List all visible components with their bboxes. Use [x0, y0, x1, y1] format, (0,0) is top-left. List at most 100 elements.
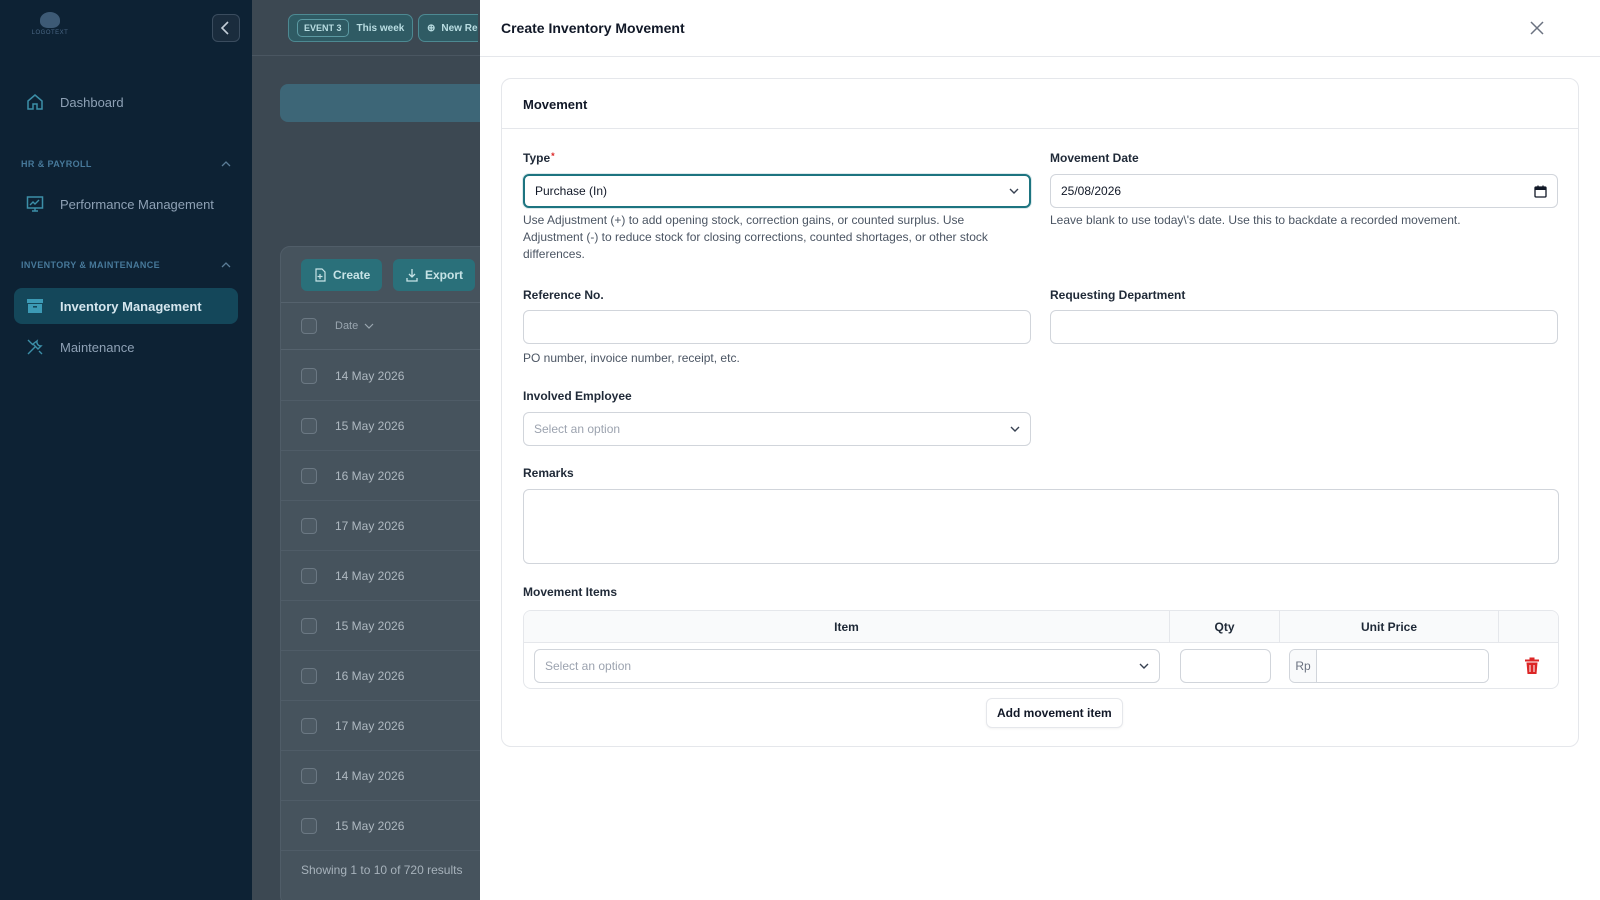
collapse-sidebar-button[interactable]	[212, 14, 240, 42]
chevron-down-icon	[364, 323, 374, 329]
items-table-header: Item Qty Unit Price	[524, 611, 1558, 643]
movement-date-help-text: Leave blank to use today\'s date. Use th…	[1050, 213, 1461, 227]
event-filter-pill[interactable]: EVENT 3 This week	[288, 14, 414, 42]
close-icon	[1530, 21, 1544, 35]
row-date: 17 May 2026	[335, 718, 405, 733]
calendar-icon[interactable]	[1534, 185, 1547, 198]
movement-date-value: 25/08/2026	[1061, 184, 1122, 198]
item-select[interactable]: Select an option	[534, 649, 1160, 683]
row-checkbox[interactable]	[301, 467, 317, 484]
row-checkbox[interactable]	[301, 617, 317, 634]
row-date: 15 May 2026	[335, 618, 405, 633]
required-mark: *	[551, 151, 555, 161]
home-icon	[24, 91, 46, 113]
row-date: 16 May 2026	[335, 668, 405, 683]
nav-section-label: INVENTORY & MAINTENANCE	[21, 260, 161, 270]
row-date: 17 May 2026	[335, 518, 405, 533]
movement-items-label: Movement Items	[523, 585, 618, 599]
row-checkbox[interactable]	[301, 367, 317, 384]
sidebar-item-maintenance[interactable]: Maintenance	[14, 329, 238, 365]
logo-text: LOGOTEXT	[31, 30, 69, 36]
department-input[interactable]	[1050, 310, 1558, 344]
row-checkbox[interactable]	[301, 417, 317, 434]
reference-help-text: PO number, invoice number, receipt, etc.	[523, 351, 740, 365]
new-label: New Re	[441, 22, 478, 34]
panel-header: Create Inventory Movement	[480, 0, 1600, 57]
type-select-value: Purchase (In)	[535, 184, 608, 198]
export-button[interactable]: Export	[393, 259, 476, 291]
row-date: 16 May 2026	[335, 468, 405, 483]
create-label: Create	[333, 268, 371, 282]
movement-items-table: Item Qty Unit Price Select an option Rp	[523, 610, 1559, 689]
event-label: This week	[356, 22, 405, 34]
nav-section-inventory[interactable]: INVENTORY & MAINTENANCE	[21, 260, 231, 270]
type-label-text: Type	[523, 151, 551, 165]
item-column-header: Item	[524, 611, 1170, 643]
sidebar-item-label: Dashboard	[60, 94, 124, 110]
sidebar-item-label: Performance Management	[60, 196, 214, 212]
presentation-chart-icon	[24, 193, 46, 215]
wrench-screwdriver-icon	[24, 336, 46, 358]
row-checkbox[interactable]	[301, 717, 317, 734]
movement-date-label: Movement Date	[1050, 151, 1139, 165]
actions-column-header	[1499, 611, 1558, 643]
panel-title: Create Inventory Movement	[501, 20, 685, 36]
row-date: 14 May 2026	[335, 768, 405, 783]
type-select[interactable]: Purchase (In)	[523, 174, 1031, 208]
unit-price-column-header: Unit Price	[1280, 611, 1499, 643]
sidebar-item-inventory[interactable]: Inventory Management	[14, 288, 238, 324]
export-label: Export	[425, 268, 464, 282]
row-date: 14 May 2026	[335, 368, 405, 383]
nav-section-hr[interactable]: HR & PAYROLL	[21, 159, 231, 169]
type-label: Type*	[523, 151, 555, 165]
employee-label: Involved Employee	[523, 389, 632, 403]
row-checkbox[interactable]	[301, 567, 317, 584]
type-help-text: Use Adjustment (+) to add opening stock,…	[523, 213, 988, 261]
sidebar-item-label: Inventory Management	[60, 298, 202, 314]
row-date: 15 May 2026	[335, 818, 405, 833]
logo-mark	[40, 12, 60, 28]
item-select-placeholder: Select an option	[545, 659, 632, 673]
qty-input[interactable]	[1180, 649, 1271, 683]
select-all-checkbox[interactable]	[301, 318, 317, 334]
chevron-down-icon	[1009, 188, 1019, 194]
qty-column-header: Qty	[1170, 611, 1280, 643]
reference-input[interactable]	[523, 310, 1031, 344]
new-request-pill[interactable]: ⊕ New Re	[418, 14, 478, 42]
chevron-up-icon	[221, 262, 231, 268]
create-button[interactable]: Create	[301, 259, 383, 291]
nav-section-label: HR & PAYROLL	[21, 159, 92, 169]
employee-select-placeholder: Select an option	[534, 422, 621, 436]
row-checkbox[interactable]	[301, 517, 317, 534]
app-logo[interactable]: LOGOTEXT	[30, 12, 70, 40]
section-title: Movement	[523, 97, 588, 112]
delete-item-button[interactable]	[1524, 657, 1542, 675]
sidebar-item-performance[interactable]: Performance Management	[14, 186, 238, 222]
archive-box-icon	[24, 295, 46, 317]
row-checkbox[interactable]	[301, 767, 317, 784]
chevron-down-icon	[1139, 663, 1149, 669]
chevron-left-icon	[220, 21, 229, 35]
remarks-label: Remarks	[523, 466, 574, 480]
sidebar-item-label: Maintenance	[60, 339, 135, 355]
employee-select[interactable]: Select an option	[523, 412, 1031, 446]
unit-price-input[interactable]	[1317, 650, 1488, 682]
plus-circle-icon: ⊕	[427, 22, 436, 34]
sidebar-item-dashboard[interactable]: Dashboard	[14, 84, 238, 120]
close-button[interactable]	[1526, 17, 1548, 39]
row-date: 14 May 2026	[335, 568, 405, 583]
chevron-up-icon	[221, 161, 231, 167]
section-header: Movement	[502, 79, 1578, 129]
remarks-textarea[interactable]	[523, 489, 1559, 564]
row-checkbox[interactable]	[301, 817, 317, 834]
movement-date-input[interactable]: 25/08/2026	[1050, 174, 1558, 208]
movement-section: Movement Type* Purchase (In) Use Adjustm…	[501, 78, 1579, 747]
date-column-header[interactable]: Date	[335, 320, 358, 332]
pagination-summary: Showing 1 to 10 of 720 results	[301, 863, 463, 877]
chevron-down-icon	[1010, 426, 1020, 432]
event-tag: EVENT 3	[297, 19, 349, 37]
unit-price-field: Rp	[1289, 649, 1489, 683]
row-checkbox[interactable]	[301, 667, 317, 684]
add-movement-item-button[interactable]: Add movement item	[986, 698, 1123, 728]
row-date: 15 May 2026	[335, 418, 405, 433]
